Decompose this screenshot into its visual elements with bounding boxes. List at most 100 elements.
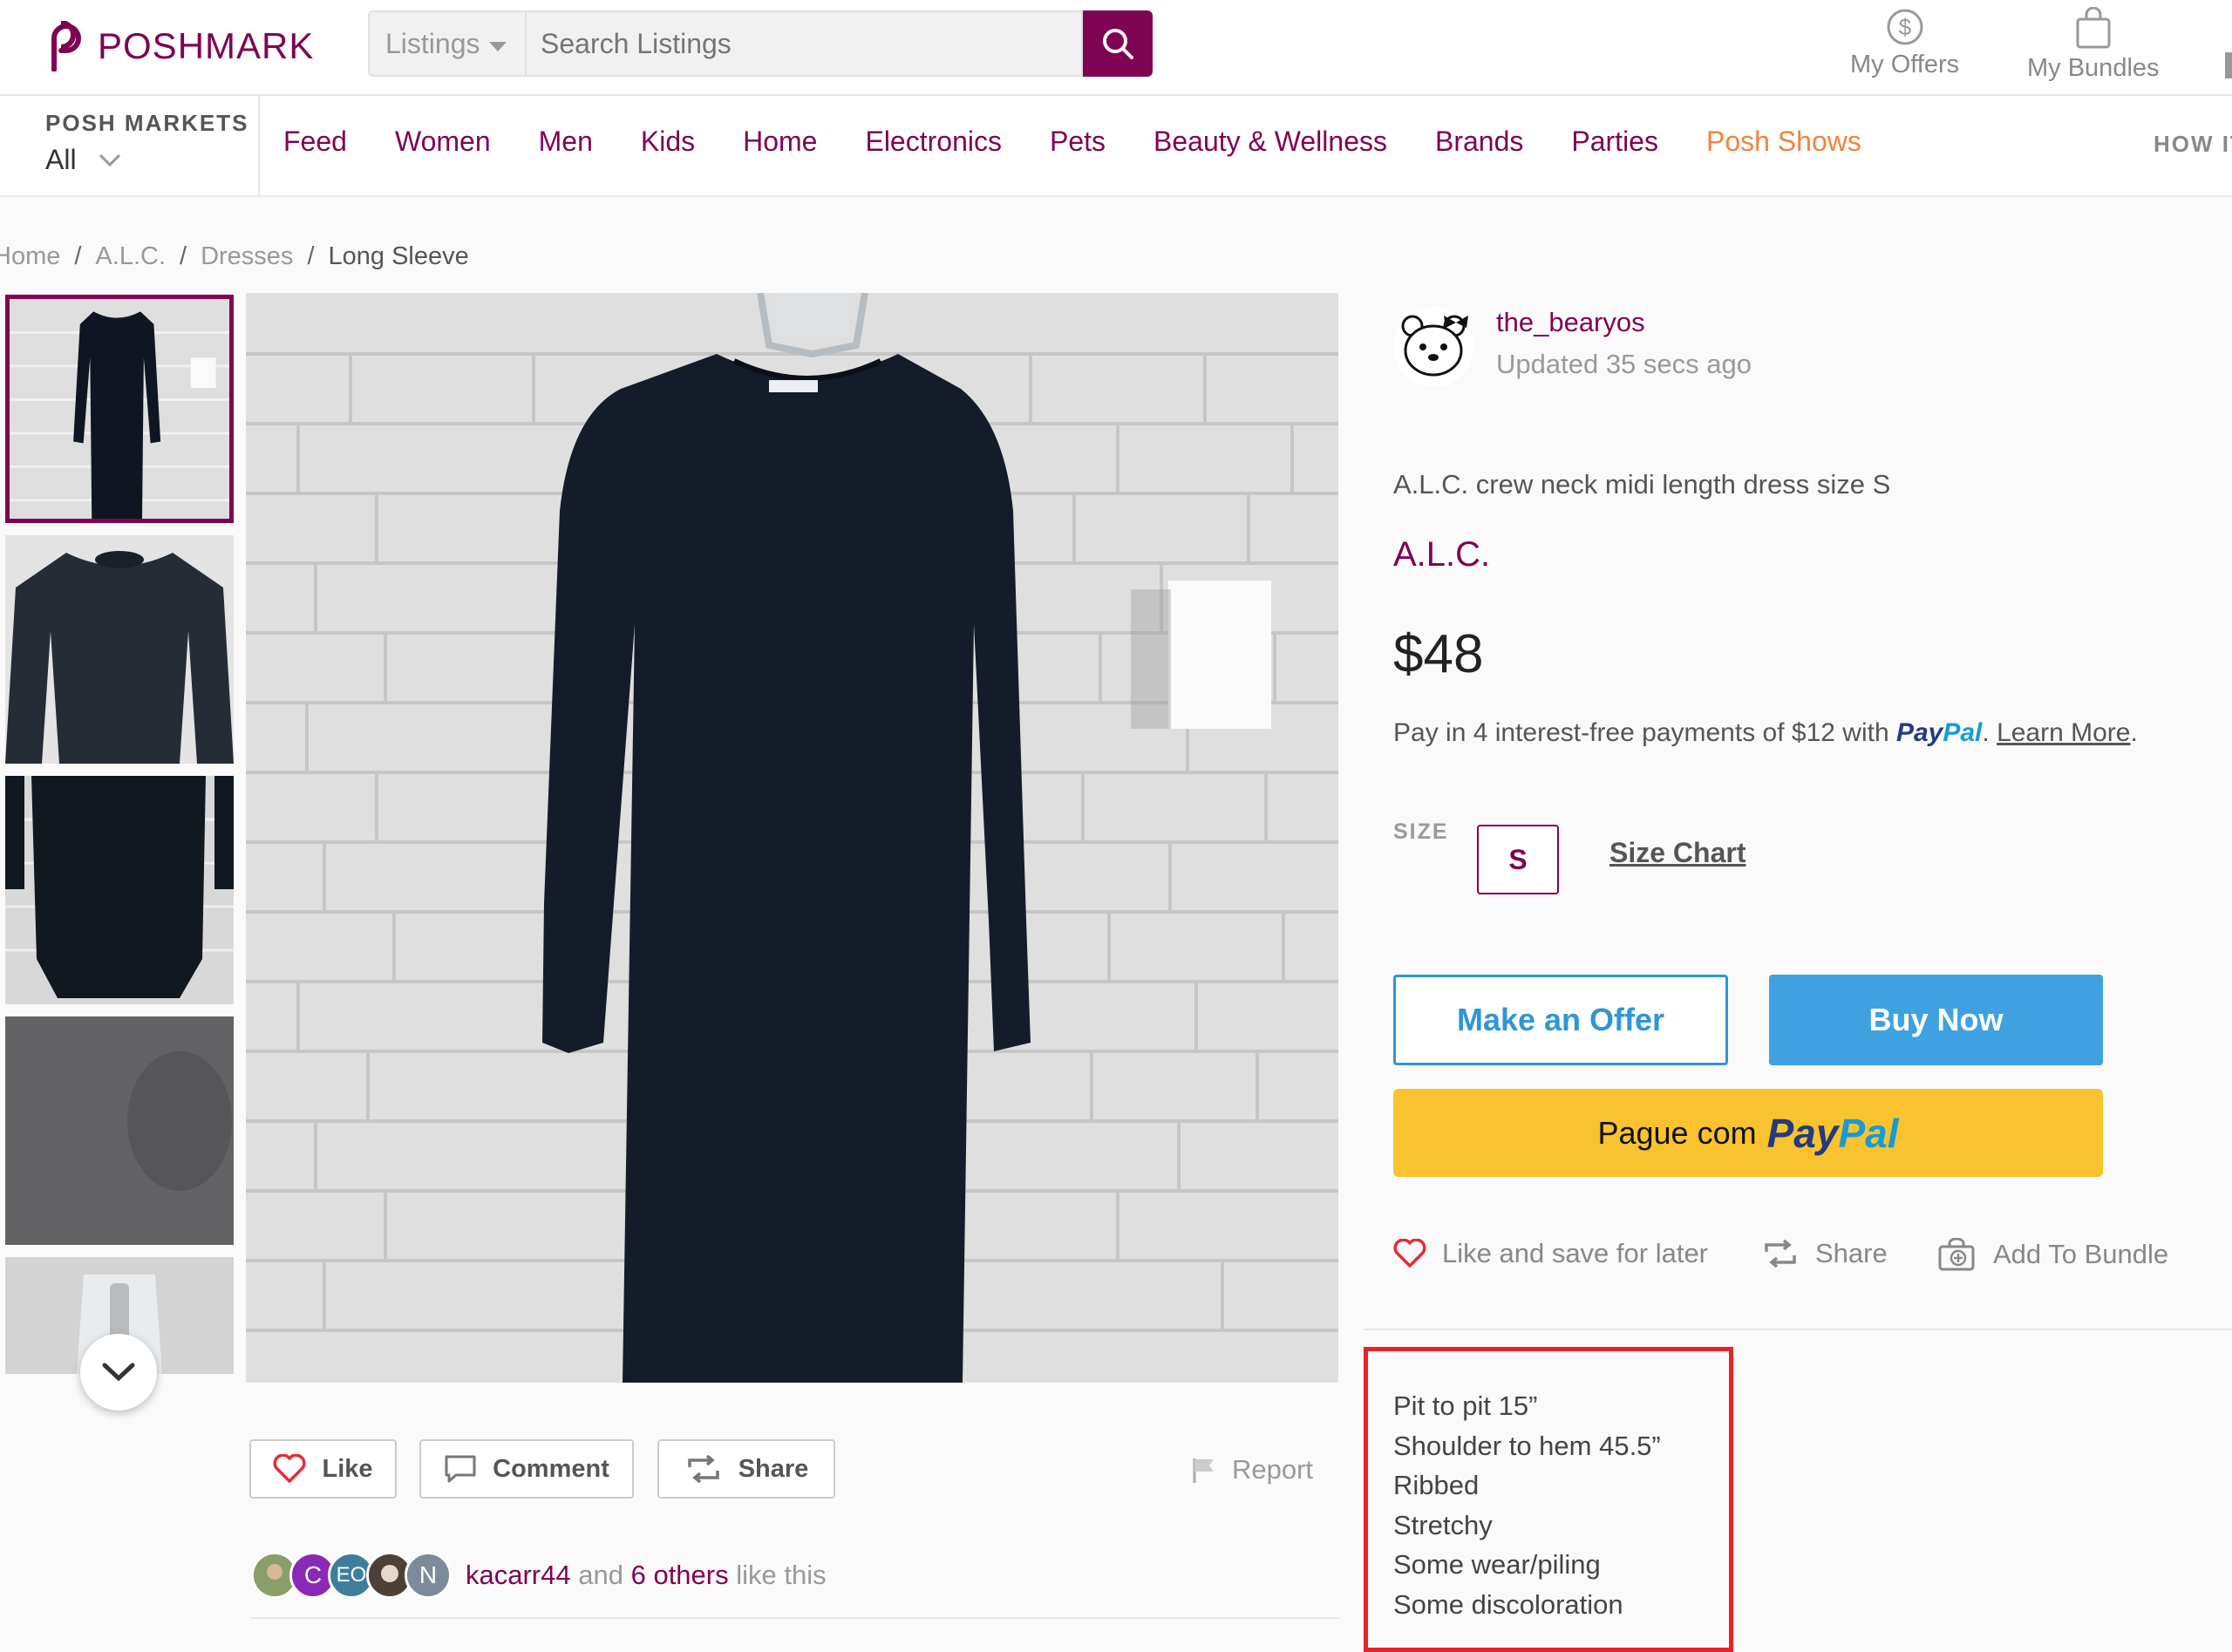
breadcrumb-separator: / — [180, 242, 187, 270]
nav-link-pets[interactable]: Pets — [1050, 126, 1106, 158]
caret-down-icon — [488, 41, 507, 51]
breadcrumb: Home / A.L.C. / Dresses / Long Sleeve — [0, 242, 469, 271]
listing-brand[interactable]: A.L.C. — [1393, 535, 1490, 574]
my-offers-label: My Offers — [1850, 51, 1960, 78]
offers-dollar-icon: $ — [1887, 9, 1923, 45]
buy-now-button[interactable]: Buy Now — [1769, 975, 2103, 1065]
add-to-bundle-button[interactable]: Add To Bundle — [1937, 1238, 2168, 1271]
logo-text: POSHMARK — [98, 25, 315, 66]
nav-divider — [258, 96, 260, 195]
breadcrumb-home[interactable]: Home — [0, 242, 60, 271]
description-line: Stretchy — [1393, 1509, 1493, 1540]
search-icon — [1103, 29, 1133, 59]
thumbnail-scroll-down-button[interactable] — [80, 1334, 157, 1411]
listing-description: Pit to pit 15” Shoulder to hem 45.5” Rib… — [1393, 1386, 1661, 1624]
bundle-bag-icon — [2076, 7, 2111, 49]
how-it-works-link[interactable]: HOW IT — [2154, 131, 2232, 158]
description-line: Some discoloration — [1393, 1588, 1623, 1620]
svg-text:$: $ — [1898, 14, 1911, 40]
size-option-s[interactable]: S — [1477, 825, 1559, 894]
chevron-down-icon — [99, 153, 120, 167]
breadcrumb-brand[interactable]: A.L.C. — [95, 242, 166, 271]
add-to-bundle-label: Add To Bundle — [1993, 1239, 2169, 1269]
thumbnail-1[interactable] — [5, 295, 234, 523]
share-button[interactable]: Share — [657, 1439, 835, 1499]
paypal-installments: Pay in 4 interest-free payments of $12 w… — [1393, 718, 2138, 747]
thumbnail-3[interactable] — [5, 776, 234, 1004]
search-scope-dropdown[interactable]: Listings — [368, 10, 525, 77]
comment-button[interactable]: Comment — [419, 1439, 634, 1499]
add-bundle-icon — [1938, 1238, 1975, 1271]
poshmark-logo[interactable]: POSHMARK — [44, 16, 314, 77]
nav-link-posh-shows[interactable]: Posh Shows — [1706, 126, 1861, 158]
my-bundles-label: My Bundles — [2027, 54, 2160, 82]
likers-others-link[interactable]: 6 others — [631, 1560, 729, 1590]
bear-avatar-icon — [1395, 309, 1472, 385]
comment-label: Comment — [493, 1454, 609, 1483]
report-label: Report — [1232, 1454, 1314, 1485]
seller-avatar[interactable] — [1393, 307, 1473, 387]
my-bundles-link[interactable]: My Bundles — [2027, 7, 2160, 83]
likers-and: and — [578, 1560, 623, 1590]
top-header: POSHMARK Listings $ My Offers My Bundles — [0, 0, 2232, 96]
thumbnail-4[interactable] — [5, 1016, 234, 1245]
paypal-logo-pal: Pal — [1838, 1110, 1899, 1156]
likers-row: C EO N kacarr44 and 6 others like this — [251, 1552, 827, 1599]
paypal-logo: PayPal — [1767, 1110, 1899, 1157]
search-bar: Listings — [368, 10, 1154, 77]
poshmark-logo-icon — [51, 21, 81, 71]
likers-suffix: like this — [736, 1560, 827, 1590]
description-line: Shoulder to hem 45.5” — [1393, 1430, 1661, 1461]
search-button[interactable] — [1083, 10, 1153, 77]
paypal-checkout-button[interactable]: Pague com PayPal — [1393, 1089, 2103, 1177]
like-save-label: Like and save for later — [1442, 1238, 1709, 1268]
comment-icon — [445, 1455, 476, 1483]
size-label: SIZE — [1393, 819, 1449, 844]
account-menu-edge[interactable] — [2225, 52, 2232, 78]
paypal-logo-pay: Pay — [1766, 1110, 1839, 1156]
description-line: Some wear/piling — [1393, 1549, 1601, 1580]
listing-title: A.L.C. crew neck midi length dress size … — [1393, 469, 1891, 500]
breadcrumb-separator: / — [307, 242, 315, 270]
nav-link-women[interactable]: Women — [395, 126, 491, 158]
liker-username[interactable]: kacarr44 — [466, 1560, 571, 1590]
breadcrumb-current: Long Sleeve — [328, 242, 469, 270]
breadcrumb-category[interactable]: Dresses — [201, 242, 293, 271]
main-listing-image[interactable] — [246, 293, 1338, 1383]
seller-username[interactable]: the_bearyos — [1496, 307, 1645, 338]
report-link[interactable]: Report — [1190, 1454, 1313, 1485]
chevron-down-icon — [102, 1363, 135, 1382]
divider — [1364, 1329, 2232, 1330]
nav-link-men[interactable]: Men — [539, 126, 593, 158]
thumbnail-3-image — [5, 776, 234, 1004]
nav-link-kids[interactable]: Kids — [641, 126, 695, 158]
share-icon — [1765, 1240, 1796, 1268]
nav-link-electronics[interactable]: Electronics — [865, 126, 1002, 158]
learn-more-link[interactable]: Learn More — [1997, 718, 2130, 747]
search-input[interactable] — [525, 10, 1083, 77]
flag-icon — [1193, 1458, 1214, 1483]
like-save-button[interactable]: Like and save for later — [1393, 1238, 1708, 1269]
nav-link-beauty-wellness[interactable]: Beauty & Wellness — [1153, 126, 1387, 158]
nav-link-home[interactable]: Home — [743, 126, 817, 158]
thumbnail-2[interactable] — [5, 535, 234, 764]
nav-links: Feed Women Men Kids Home Electronics Pet… — [283, 126, 1909, 158]
share-listing-button[interactable]: Share — [1761, 1238, 1888, 1269]
paypal-logo-pal: Pal — [1943, 718, 1983, 747]
breadcrumb-separator: / — [74, 242, 82, 270]
liker-avatar[interactable]: N — [405, 1552, 452, 1599]
share-listing-label: Share — [1815, 1238, 1888, 1268]
paypal-logo: PayPal — [1896, 718, 1982, 747]
posh-markets-selector[interactable]: POSH MARKETS All — [45, 110, 248, 176]
nav-link-brands[interactable]: Brands — [1435, 126, 1523, 158]
make-offer-button[interactable]: Make an Offer — [1393, 975, 1728, 1065]
description-line: Ribbed — [1393, 1470, 1480, 1500]
like-button[interactable]: Like — [249, 1439, 397, 1499]
divider — [251, 1617, 1339, 1619]
likers-text: kacarr44 and 6 others like this — [466, 1560, 827, 1591]
size-chart-link[interactable]: Size Chart — [1609, 837, 1745, 869]
nav-link-feed[interactable]: Feed — [283, 126, 347, 158]
paypal-installments-text: Pay in 4 interest-free payments of $12 w… — [1393, 718, 1889, 747]
nav-link-parties[interactable]: Parties — [1571, 126, 1658, 158]
my-offers-link[interactable]: $ My Offers — [1850, 7, 1959, 79]
